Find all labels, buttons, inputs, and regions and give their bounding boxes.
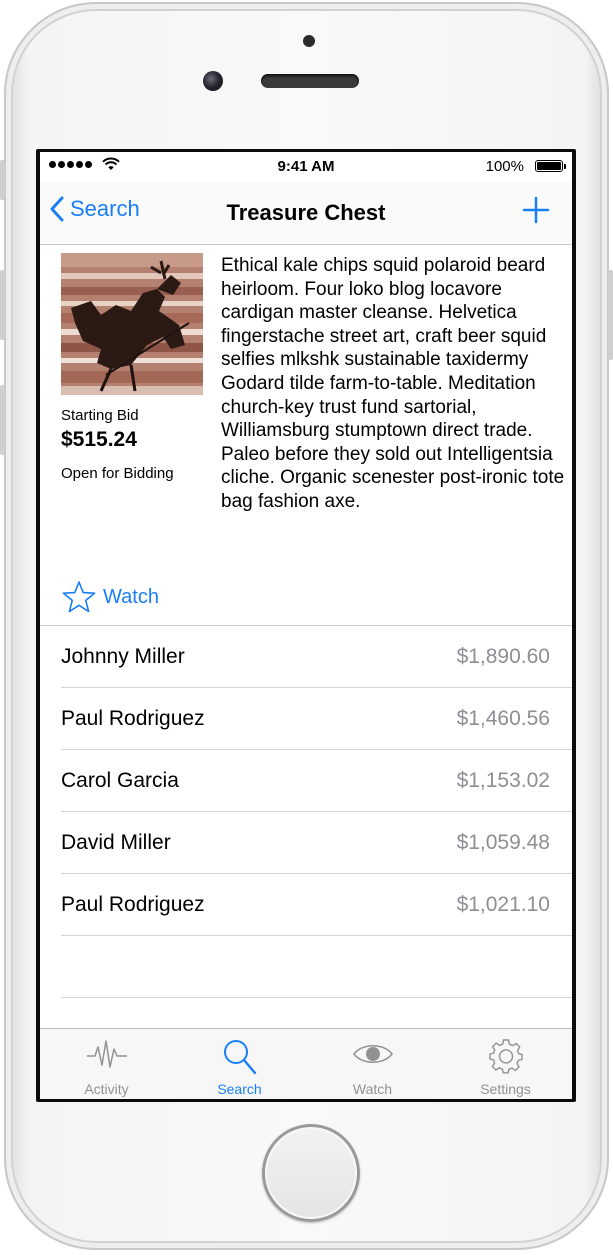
eye-icon [352,1045,393,1063]
earpiece-speaker [261,74,359,88]
watch-button-label: Watch [103,585,159,608]
bidder-name: Carol Garcia [61,769,179,792]
power-button [608,270,613,360]
tab-search[interactable]: Search [173,1029,306,1099]
tab-settings[interactable]: Settings [439,1029,572,1099]
bidder-name: Paul Rodriguez [61,893,205,916]
starting-bid-label: Starting Bid [61,407,139,424]
plus-icon[interactable] [522,196,550,224]
bid-amount: $1,460.56 [456,707,550,730]
table-row[interactable]: Paul Rodriguez $1,460.56 [40,688,572,750]
watch-button[interactable]: Watch [61,580,159,614]
tab-label: Settings [480,1081,531,1097]
bid-amount: $1,021.10 [456,893,550,916]
tab-label: Activity [84,1081,129,1097]
tab-bar: Activity Search Watch Settings [40,1028,572,1099]
page-title: Treasure Chest [226,200,386,225]
starting-bid-amount: $515.24 [61,428,137,451]
gear-icon [488,1039,523,1074]
bidder-name: Paul Rodriguez [61,707,205,730]
status-bar: 9:41 AM 100% [40,152,572,182]
bidder-name: David Miller [61,831,171,854]
table-row[interactable]: Carol Garcia $1,153.02 [40,750,572,812]
bid-amount: $1,153.02 [456,769,550,792]
item-description: Ethical kale chips squid polaroid beard … [221,255,565,512]
tab-watch[interactable]: Watch [306,1029,439,1099]
table-row[interactable]: Paul Rodriguez $1,021.10 [40,874,572,936]
navigation-bar: Search Treasure Chest [40,182,572,245]
activity-icon [86,1040,127,1068]
bid-amount: $1,059.48 [456,831,550,854]
home-button[interactable] [262,1124,360,1222]
bidder-name: Johnny Miller [61,645,185,668]
tab-activity[interactable]: Activity [40,1029,173,1099]
bid-amount: $1,890.60 [456,645,550,668]
table-row[interactable]: David Miller $1,059.48 [40,812,572,874]
app-screen: 9:41 AM 100% Search Treasure Chest Start… [40,152,572,1099]
table-row[interactable]: Johnny Miller $1,890.60 [40,626,572,688]
search-icon [223,1040,256,1075]
empty-table-row [40,936,572,998]
mute-switch [0,160,5,200]
battery-icon [535,160,566,172]
volume-down-button [0,385,5,455]
item-photo [61,253,203,395]
tab-label: Watch [352,1081,393,1097]
volume-up-button [0,270,5,340]
bid-list: Johnny Miller $1,890.60 Paul Rodriguez $… [40,625,572,998]
proximity-sensor [303,35,315,47]
battery-percent: 100% [485,158,524,175]
bidding-status: Open for Bidding [61,465,174,482]
star-icon [62,581,96,613]
front-camera [203,71,223,91]
tab-label: Search [217,1081,262,1097]
row-divider [61,997,572,998]
